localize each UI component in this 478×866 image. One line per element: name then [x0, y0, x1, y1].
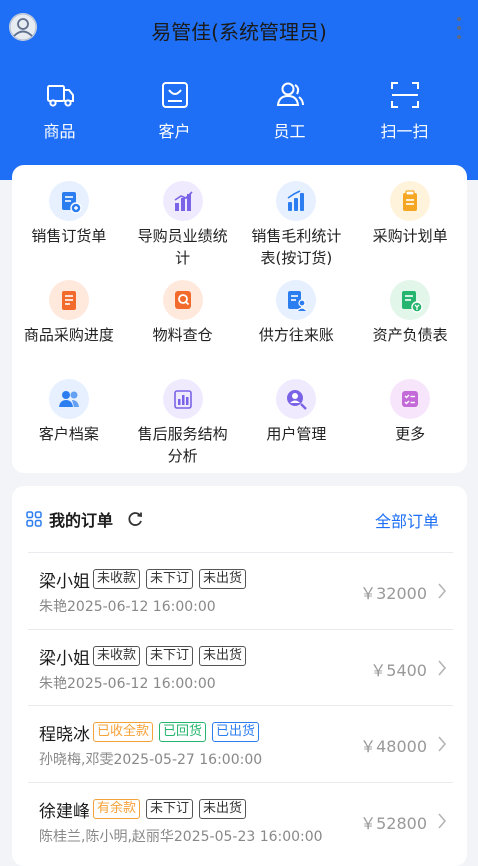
function-label: 资产负债表	[372, 326, 448, 344]
order-row[interactable]: 梁小姐 未收款 未下订 未出货朱艳2025-06-12 16:00:00 ￥32000	[28, 552, 453, 629]
chevron-right-icon	[438, 659, 447, 676]
customer-profile-icon	[48, 379, 89, 419]
status-badge: 未出货	[199, 569, 247, 589]
status-badge: 未出货	[199, 798, 247, 819]
balance-sheet-icon	[390, 280, 431, 320]
chevron-right-icon	[438, 583, 447, 599]
function-label: 销售毛利统计表(按订货)	[251, 227, 342, 267]
app-header: 易管佳(系统管理员) 商品 客户 员工 扫一扫	[0, 0, 478, 180]
function-item[interactable]: 采购计划单	[353, 181, 467, 280]
function-label: 采购计划单	[372, 227, 448, 245]
customer-name: 梁小姐	[39, 648, 90, 669]
page-title: 易管佳(系统管理员)	[151, 20, 327, 44]
user-manage-icon	[276, 379, 317, 419]
function-item[interactable]: 销售毛利统计表(按订货)	[240, 181, 354, 280]
chevron-right-icon	[438, 736, 447, 752]
order-amount: ￥32000	[360, 584, 427, 603]
sales-order-icon	[48, 181, 89, 221]
order-amount: ￥5400	[370, 660, 427, 680]
order-row[interactable]: 程晓冰 已收全款 已回货 已出货孙晓梅,邓雯2025-05-27 16:00:00 ￥4…	[28, 705, 453, 782]
function-label: 供方往来账	[258, 326, 334, 344]
order-meta: 陈桂兰,陈小明,赵丽华2025-05-23 16:00:00	[39, 828, 323, 845]
status-badge: 未收款	[93, 569, 141, 589]
status-badge: 已出货	[212, 722, 260, 742]
orders-card: 我的订单 全部订单 梁小姐 未收款 未下订 未出货 朱艳2025-06-12 16:00…	[12, 486, 467, 866]
function-grid: 销售订货单 导购员业绩统计 销售毛利统计表(按订货) 采购计划单商品采购进度 物料查仓 供…	[12, 181, 467, 478]
clipboard-icon	[390, 181, 431, 221]
status-badge: 已回货	[159, 722, 207, 742]
function-label: 商品采购进度	[23, 326, 114, 344]
staff-icon	[276, 82, 304, 106]
nav-customers[interactable]: 客户	[117, 78, 232, 144]
orders-title: 我的订单	[49, 511, 114, 530]
top-nav: 商品 客户 员工 扫一扫	[0, 78, 478, 144]
status-badge: 未下订	[146, 798, 194, 819]
function-label: 物料查仓	[152, 326, 213, 344]
nav-scan[interactable]: 扫一扫	[347, 78, 462, 144]
scan-icon	[390, 82, 419, 108]
status-badge: 未下订	[146, 645, 194, 666]
customer-name: 程晓冰	[39, 725, 90, 745]
function-item[interactable]: 供方往来账	[240, 280, 354, 379]
grid-icon	[26, 511, 42, 527]
function-item[interactable]: 更多	[353, 379, 467, 478]
status-tags: 有余款 未下订 未出货	[93, 798, 247, 819]
function-item[interactable]: 导购员业绩统计	[126, 181, 240, 280]
supplier-account-icon	[276, 280, 317, 320]
function-item[interactable]: 销售订货单	[12, 181, 126, 280]
order-amount: ￥52800	[360, 813, 427, 833]
status-tags: 未收款 未下订 未出货	[93, 569, 247, 589]
customer-bag-icon	[161, 82, 188, 108]
nav-products[interactable]: 商品	[2, 78, 117, 144]
order-meta: 朱艳2025-06-12 16:00:00	[39, 675, 216, 692]
all-orders-link[interactable]: 全部订单	[375, 508, 439, 532]
orders-header: 我的订单 全部订单	[12, 486, 467, 552]
customer-name: 徐建峰	[39, 801, 90, 822]
function-label: 导购员业绩统计	[137, 227, 228, 267]
function-label: 用户管理	[266, 425, 327, 443]
status-badge: 未出货	[199, 645, 247, 666]
function-item[interactable]: 客户档案	[12, 379, 126, 478]
function-item[interactable]: 物料查仓	[126, 280, 240, 379]
function-item[interactable]: 商品采购进度	[12, 280, 126, 379]
status-tags: 已收全款 已回货 已出货	[93, 722, 260, 742]
status-badge: 未收款	[93, 645, 141, 666]
order-meta: 孙晓梅,邓雯2025-05-27 16:00:00	[39, 752, 263, 768]
analysis-chart-icon	[162, 379, 203, 419]
nav-staff[interactable]: 员工	[232, 78, 347, 144]
truck-icon	[46, 85, 74, 107]
chevron-right-icon	[438, 812, 447, 829]
more-menu-icon[interactable]	[456, 17, 462, 39]
function-item[interactable]: 资产负债表	[353, 280, 467, 379]
search-doc-icon	[162, 280, 203, 320]
function-grid-card: 销售订货单 导购员业绩统计 销售毛利统计表(按订货) 采购计划单商品采购进度 物料查仓 供…	[12, 165, 467, 473]
function-label: 更多	[395, 425, 426, 443]
function-item[interactable]: 用户管理	[240, 379, 354, 478]
status-tags: 未收款 未下订 未出货	[93, 645, 247, 666]
customer-name: 梁小姐	[39, 572, 90, 592]
order-amount: ￥48000	[360, 737, 427, 756]
status-badge: 未下订	[146, 569, 194, 589]
more-grid-icon	[390, 379, 431, 419]
function-label: 销售订货单	[31, 227, 107, 245]
function-item[interactable]: 售后服务结构分析	[126, 379, 240, 478]
order-row[interactable]: 梁小姐 未收款 未下订 未出货朱艳2025-06-12 16:00:00 ￥5400	[28, 628, 453, 706]
bar-chart-icon	[162, 181, 203, 221]
function-label: 客户档案	[38, 425, 99, 443]
order-meta: 朱艳2025-06-12 16:00:00	[39, 599, 216, 615]
status-badge: 已收全款	[93, 722, 154, 742]
column-chart-icon	[276, 181, 317, 221]
document-list-icon	[48, 280, 89, 320]
order-row[interactable]: 徐建峰 有余款 未下订 未出货陈桂兰,陈小明,赵丽华2025-05-23 16:00:…	[28, 781, 453, 859]
refresh-icon[interactable]	[126, 510, 144, 528]
function-label: 售后服务结构分析	[137, 425, 228, 465]
status-badge: 有余款	[93, 798, 141, 819]
